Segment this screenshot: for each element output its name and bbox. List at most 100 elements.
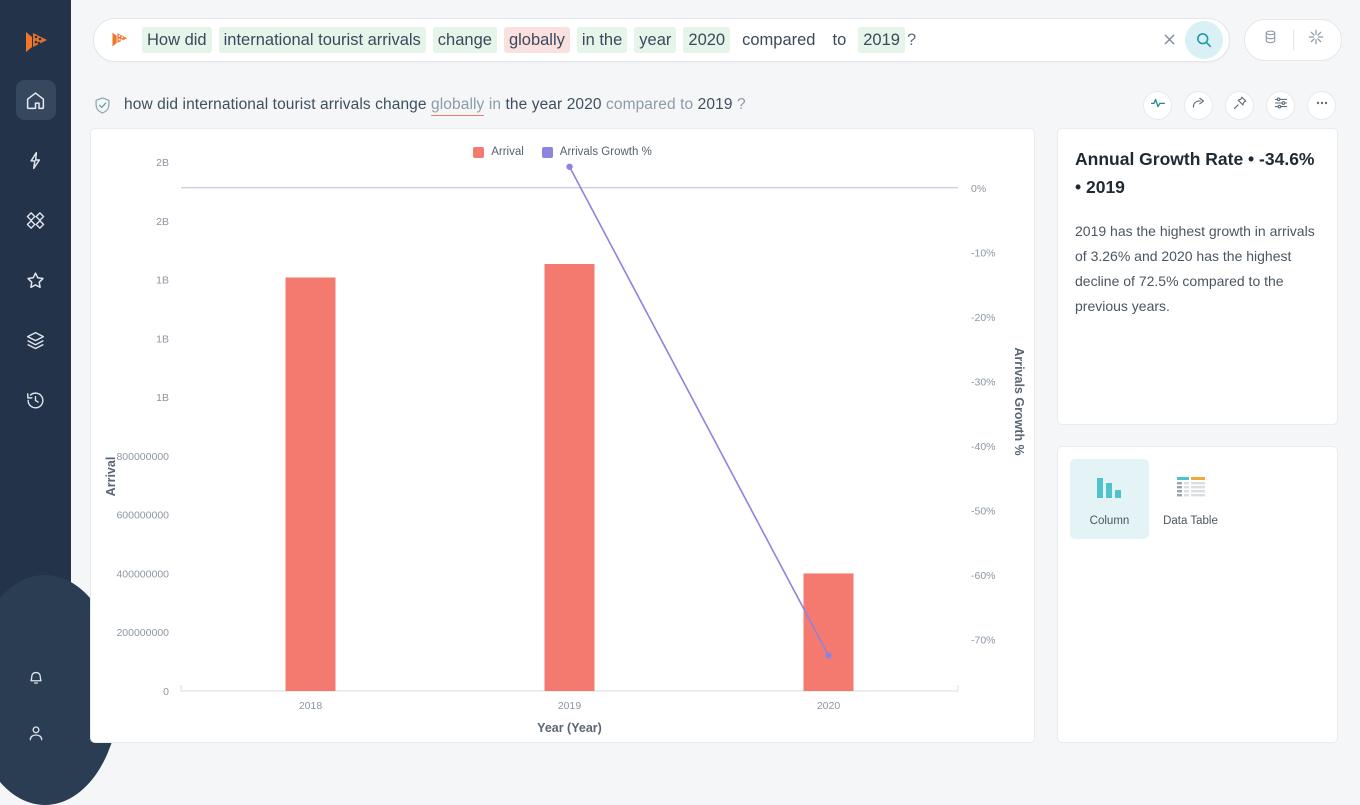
history-clock-icon (25, 390, 46, 411)
y-axis-left-tick: 1B (156, 392, 169, 404)
bar-2018[interactable] (285, 277, 336, 691)
sidebar-item-spark[interactable] (16, 140, 56, 180)
monitor-button[interactable] (1143, 91, 1172, 120)
question-fragment: globally (431, 96, 485, 116)
pulse-icon (1150, 95, 1166, 116)
question-fragment: how did international tourist arrivals c… (124, 96, 432, 113)
sidebar-item-notifications[interactable] (16, 657, 56, 697)
question-fragment: ? (736, 96, 746, 113)
y-axis-right-tick: 0% (971, 183, 986, 195)
viz-option-label: Data Table (1163, 514, 1218, 527)
app-logo[interactable] (16, 22, 56, 62)
layers-icon (25, 330, 46, 351)
sidebar-bottom-nav (0, 657, 71, 753)
y-axis-right-tick: -40% (971, 441, 996, 453)
search-submit-button[interactable] (1185, 20, 1223, 59)
search-token[interactable]: to (827, 27, 851, 53)
x-axis-tick: 2020 (817, 700, 841, 712)
insight-body: 2019 has the highest growth in arrivals … (1075, 223, 1315, 314)
question-text: how did international tourist arrivals c… (124, 96, 746, 116)
sidebar-item-history[interactable] (16, 380, 56, 420)
chart-plot[interactable]: 2B 2B 1B 1B 1B 800000000 600000000 400000000 200… (91, 129, 1036, 744)
visualization-switcher: Column Data Table (1057, 446, 1338, 743)
search-token[interactable]: How did (142, 26, 212, 53)
insight-card: Annual Growth Rate • -34.6% • 2019 2019 … (1057, 128, 1338, 425)
configure-button[interactable] (1266, 91, 1295, 120)
y-axis-left-title: Arrival (104, 457, 118, 497)
y-axis-left-tick: 200000000 (116, 627, 169, 639)
pin-button[interactable] (1225, 91, 1254, 120)
x-axis-title: Year (Year) (537, 721, 602, 735)
bar-2020[interactable] (803, 573, 854, 691)
column-chart-icon (1093, 472, 1127, 507)
sidebar-item-profile[interactable] (16, 713, 56, 753)
sidebar-item-home[interactable] (15, 80, 56, 120)
question-row: how did international tourist arrivals c… (71, 79, 1360, 131)
growth-line[interactable] (568, 166, 830, 656)
question-actions (1143, 91, 1336, 120)
top-bar: How did international tourist arrivals cha… (71, 0, 1360, 79)
search-brand-icon (108, 29, 130, 51)
pin-icon (1232, 95, 1248, 116)
line-point[interactable] (825, 652, 832, 659)
insight-title: Annual Growth Rate • -34.6% • 2019 (1075, 149, 1315, 197)
search-token[interactable]: 2019 (858, 26, 905, 53)
y-axis-right-tick: -10% (971, 247, 996, 259)
star-icon (25, 270, 46, 291)
chart-card: Arrival Arrivals Growth % 2B 2B 1B 1B 1B 80000… (90, 128, 1035, 743)
y-axis-right-tick: -20% (971, 312, 996, 324)
search-tokens[interactable]: How did international tourist arrivals cha… (142, 26, 1155, 53)
sidebar-item-data[interactable] (16, 320, 56, 360)
question-fragment: compared to (606, 96, 694, 113)
search-token[interactable]: ? (907, 27, 921, 53)
search-token[interactable]: year (634, 26, 677, 53)
y-axis-left-tick: 400000000 (116, 568, 169, 580)
viz-option-data-table[interactable]: Data Table (1151, 459, 1230, 539)
sliders-icon (1273, 95, 1289, 116)
question-fragment: 2019 (693, 96, 737, 113)
search-token[interactable]: international tourist arrivals (218, 26, 426, 53)
bell-icon (26, 667, 46, 687)
y-axis-right-tick: -60% (971, 570, 996, 582)
viz-option-column[interactable]: Column (1070, 459, 1149, 539)
search-token[interactable]: 2020 (683, 26, 731, 53)
x-axis-tick: 2019 (558, 700, 582, 712)
sidebar-item-apps[interactable] (16, 200, 56, 240)
search-token[interactable]: in the (576, 26, 628, 53)
y-axis-left-tick: 600000000 (116, 510, 169, 522)
y-axis-left-tick: 2B (156, 216, 169, 228)
search-token[interactable]: change (432, 26, 497, 53)
data-table-icon (1174, 472, 1208, 507)
y-axis-left-tick: 800000000 (116, 451, 169, 463)
data-source-button[interactable] (1248, 20, 1293, 60)
topbar-pill (1244, 18, 1342, 61)
share-button[interactable] (1184, 91, 1213, 120)
search-token[interactable]: compared (737, 27, 820, 53)
ellipsis-icon (1314, 95, 1330, 116)
bar-2019[interactable] (544, 263, 595, 691)
search-bar[interactable]: How did international tourist arrivals cha… (93, 17, 1230, 62)
viz-option-label: Column (1089, 514, 1130, 527)
user-icon (26, 723, 46, 743)
sidebar-item-favorites[interactable] (16, 260, 56, 300)
y-axis-right-tick: -30% (971, 376, 996, 388)
spark-icon (25, 150, 46, 171)
search-token[interactable]: globally (503, 26, 570, 53)
apps-grid-icon (25, 210, 46, 231)
y-axis-right-tick: -50% (971, 505, 996, 517)
y-axis-right-title: Arrivals Growth % (1012, 347, 1026, 455)
left-sidebar (0, 0, 120, 805)
database-icon (1262, 29, 1279, 51)
y-axis-right-tick: -70% (971, 634, 996, 646)
clear-search-button[interactable] (1155, 26, 1183, 54)
y-axis-left-tick: 0 (163, 686, 169, 698)
y-axis-left-tick: 2B (156, 157, 169, 169)
verified-shield-icon (92, 95, 112, 115)
question-fragment: the year 2020 (501, 96, 606, 113)
ai-assist-button[interactable] (1294, 20, 1339, 60)
line-point[interactable] (566, 163, 573, 170)
x-axis-tick: 2018 (299, 700, 323, 712)
sidebar-nav (15, 80, 56, 420)
share-arrow-icon (1191, 95, 1207, 116)
more-button[interactable] (1307, 91, 1336, 120)
